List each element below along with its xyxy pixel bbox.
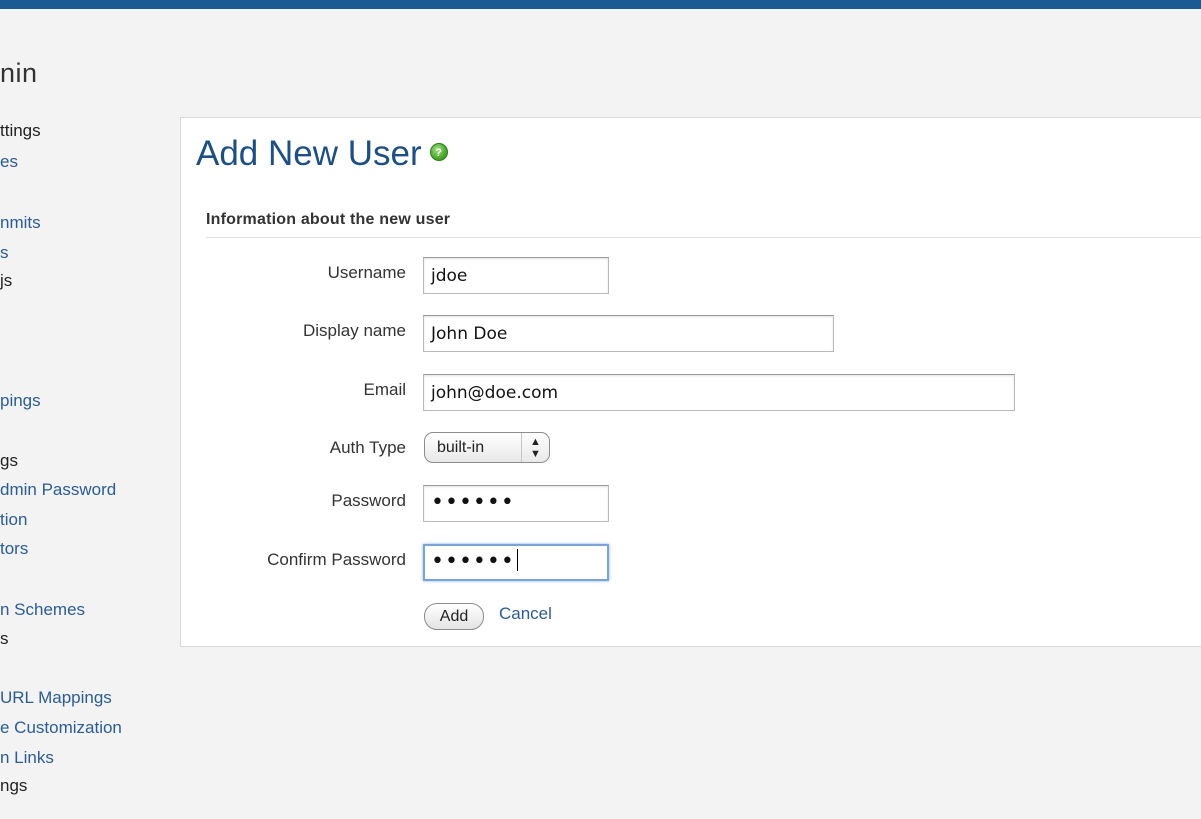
sidebar-item[interactable]: dmin Password bbox=[0, 480, 116, 500]
sidebar-item[interactable]: s bbox=[0, 243, 9, 263]
sidebar-item[interactable]: e Customization bbox=[0, 718, 122, 738]
add-user-panel: Add New User? Information about the new … bbox=[180, 117, 1201, 647]
auth-type-select[interactable]: built-in ▲ ▼ bbox=[424, 432, 550, 463]
sidebar-item: ngs bbox=[0, 776, 28, 795]
auth-type-label: Auth Type bbox=[329, 438, 406, 457]
display-name-label: Display name bbox=[303, 321, 406, 340]
sidebar-item[interactable]: nmits bbox=[0, 213, 41, 233]
username-input[interactable]: jdoe bbox=[423, 257, 609, 294]
password-mask: •••••• bbox=[431, 490, 515, 515]
select-arrows-icon: ▲ ▼ bbox=[521, 433, 549, 462]
sidebar-item[interactable]: tors bbox=[0, 539, 28, 559]
cancel-link[interactable]: Cancel bbox=[499, 604, 552, 624]
sidebar-item[interactable]: tion bbox=[0, 510, 27, 530]
confirm-password-input[interactable]: •••••• bbox=[423, 544, 609, 581]
sidebar-item: js bbox=[0, 271, 13, 290]
admin-sidebar: ttings es nmits s js pings gs dmin Passw… bbox=[0, 0, 180, 819]
email-input[interactable]: john@doe.com bbox=[423, 374, 1015, 411]
auth-type-value: built-in bbox=[437, 439, 485, 456]
sidebar-item: s bbox=[0, 629, 9, 648]
email-label: Email bbox=[363, 380, 406, 399]
page-title-text: Add New User bbox=[196, 134, 422, 173]
confirm-password-mask: •••••• bbox=[431, 549, 515, 574]
username-label: Username bbox=[327, 263, 406, 282]
sidebar-item[interactable]: pings bbox=[0, 391, 41, 411]
sidebar-item: gs bbox=[0, 451, 18, 470]
top-navigation-bar bbox=[0, 0, 1201, 9]
sidebar-item: ttings bbox=[0, 121, 41, 140]
add-button[interactable]: Add bbox=[424, 603, 484, 630]
help-icon[interactable]: ? bbox=[429, 142, 448, 161]
section-title: Information about the new user bbox=[206, 211, 1201, 238]
sidebar-item[interactable]: n Links bbox=[0, 748, 54, 768]
password-label: Password bbox=[331, 491, 406, 510]
sidebar-item[interactable]: n Schemes bbox=[0, 600, 85, 620]
sidebar-item[interactable]: URL Mappings bbox=[0, 688, 112, 708]
confirm-password-label: Confirm Password bbox=[267, 550, 406, 569]
display-name-input[interactable]: John Doe bbox=[423, 315, 834, 352]
text-cursor bbox=[516, 549, 518, 571]
page-title: Add New User? bbox=[196, 134, 448, 174]
sidebar-item[interactable]: es bbox=[0, 152, 18, 172]
password-input[interactable]: •••••• bbox=[423, 485, 609, 522]
